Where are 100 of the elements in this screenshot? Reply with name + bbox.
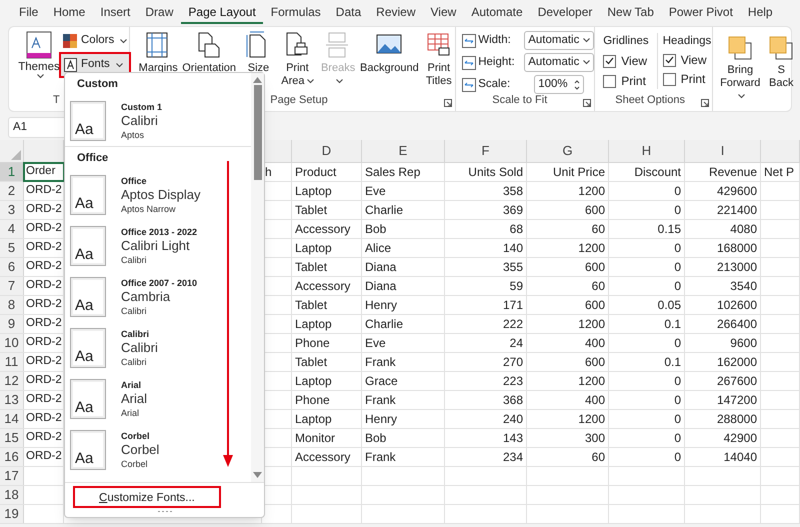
row-header[interactable]: 15 (0, 429, 24, 447)
row-header[interactable]: 8 (0, 296, 24, 314)
dialog-launcher-icon[interactable] (701, 99, 710, 107)
row-header[interactable]: 10 (0, 334, 24, 352)
column-header[interactable]: D (322, 141, 332, 161)
column-header[interactable]: G (562, 141, 573, 161)
row-header[interactable]: 19 (0, 505, 24, 523)
font-theme-item[interactable]: Aa Corbel Corbel Corbel (65, 424, 251, 475)
row-header[interactable]: 12 (0, 372, 24, 390)
font-theme-item[interactable]: Aa Office 2007 - 2010 Cambria Calibri (65, 271, 251, 322)
table-cell-text: 3540 (730, 278, 757, 295)
checkbox[interactable] (662, 72, 676, 86)
row-header[interactable]: 9 (0, 315, 24, 333)
menu-tab[interactable]: File (12, 2, 46, 24)
row-header[interactable]: 2 (0, 182, 24, 200)
font-theme-item[interactable]: Aa Arial Arial Arial (65, 373, 251, 424)
ribbon-button[interactable]: Bring Forward (717, 35, 764, 111)
body-font-name: Aptos (121, 128, 146, 140)
scroll-thumb[interactable] (254, 85, 262, 180)
spinner-field[interactable]: 100% (534, 75, 584, 94)
customize-fonts-link[interactable]: Customize Fonts... (73, 486, 221, 508)
row-header[interactable]: 3 (0, 201, 24, 219)
table-cell-text: 9600 (730, 335, 757, 352)
caret-icon (583, 60, 590, 65)
table-cell-text: Monitor (295, 430, 336, 447)
row-header[interactable]: 4 (0, 220, 24, 238)
dialog-launcher-icon[interactable] (583, 99, 592, 107)
table-cell-text: 14040 (724, 449, 757, 466)
row-header[interactable]: 13 (0, 391, 24, 409)
ribbon-button[interactable]: Background (362, 31, 416, 91)
menu-tab[interactable]: Draw (138, 2, 180, 24)
checkbox[interactable] (662, 54, 676, 67)
table-cell-text: 168000 (716, 240, 757, 257)
row-header[interactable]: 7 (0, 277, 24, 295)
scroll-down-icon[interactable] (253, 472, 262, 478)
row-header[interactable]: 1 (0, 163, 24, 181)
row-header[interactable]: 11 (0, 353, 24, 371)
table-cell-text: 0 (674, 392, 681, 409)
menu-tab[interactable]: Page Layout (181, 2, 263, 24)
table-cell-text: 400 (584, 335, 605, 352)
dialog-launcher-icon[interactable] (444, 99, 452, 107)
table-cell-text: 0 (674, 373, 681, 390)
menu-tab[interactable]: View (424, 2, 464, 24)
table-cell-text: ORD-2 (26, 392, 62, 408)
menu-tab[interactable]: Review (369, 2, 423, 24)
row-header[interactable]: 6 (0, 258, 24, 276)
column-header[interactable]: I (720, 141, 724, 161)
font-theme-item[interactable]: Aa Calibri Calibri Calibri (65, 322, 251, 373)
table-cell-text: 270 (502, 354, 523, 371)
checkbox[interactable] (603, 54, 616, 68)
dropdown-field[interactable]: Automatic (524, 53, 594, 72)
row-header[interactable]: 14 (0, 410, 24, 428)
menu-tab[interactable]: Power Pivot (662, 2, 740, 24)
scrollbar[interactable] (251, 73, 264, 482)
scroll-up-icon[interactable] (253, 77, 262, 83)
table-cell-text: 0 (674, 430, 681, 447)
table-cell-text: 600 (584, 202, 605, 219)
column-header[interactable]: H (642, 141, 652, 161)
font-theme-name: Office (121, 174, 148, 186)
font-theme-item[interactable]: Aa Office 2013 - 2022 Calibri Light Calibri (65, 220, 251, 271)
ribbon-button[interactable]: Print Area (280, 31, 314, 91)
ribbon-button[interactable]: Orientation (182, 31, 236, 91)
menu-tab[interactable]: Formulas (264, 2, 328, 24)
row-header[interactable]: 18 (0, 486, 24, 504)
table-cell-text: ORD-2 (26, 354, 62, 370)
scale-icon (462, 78, 476, 92)
colors-button[interactable]: Colors (61, 31, 130, 51)
column-header[interactable]: F (482, 141, 490, 161)
body-font-name: Calibri (121, 254, 148, 266)
resize-grip-icon[interactable] (156, 510, 172, 513)
menu-tab[interactable]: Insert (93, 2, 138, 24)
ribbon-button[interactable]: Print Titles (422, 31, 456, 91)
menu-tab[interactable]: Home (46, 2, 92, 24)
option-heading: Gridlines (603, 34, 650, 49)
ribbon-button[interactable]: Margins (140, 31, 176, 91)
table-cell-text: 60 (592, 449, 605, 466)
heading-font-name: Corbel (121, 442, 160, 458)
menu-tab[interactable]: New Tab (600, 2, 661, 24)
menu-tab[interactable]: Data (328, 2, 368, 24)
table-cell-text: Tablet (295, 259, 328, 276)
column-header[interactable]: E (398, 141, 408, 161)
ribbon-button[interactable]: Size (242, 31, 275, 91)
row-header[interactable]: 17 (0, 467, 24, 485)
table-cell-text: 300 (584, 430, 605, 447)
table-cell-text: 240 (502, 411, 523, 428)
dropdown-field[interactable]: Automatic (524, 31, 594, 50)
menu-tab[interactable]: Help (740, 2, 780, 24)
themes-button[interactable]: Themes (21, 31, 57, 79)
color-swatch-icon (63, 34, 77, 48)
row-header[interactable]: 16 (0, 448, 24, 466)
font-theme-item[interactable]: Aa Office Aptos Display Aptos Narrow (65, 169, 251, 220)
table-cell-text: Eve (365, 335, 386, 352)
menu-tab[interactable]: Automate (464, 2, 530, 24)
row-header[interactable]: 5 (0, 239, 24, 257)
table-cell-text: 143 (502, 430, 523, 447)
font-theme-item[interactable]: Aa Custom 1 Calibri Aptos (65, 95, 251, 146)
menu-tab[interactable]: Developer (530, 2, 600, 24)
checkbox[interactable] (603, 74, 616, 88)
ribbon-button[interactable]: S Back (765, 35, 798, 111)
table-cell-text: 162000 (716, 354, 757, 371)
